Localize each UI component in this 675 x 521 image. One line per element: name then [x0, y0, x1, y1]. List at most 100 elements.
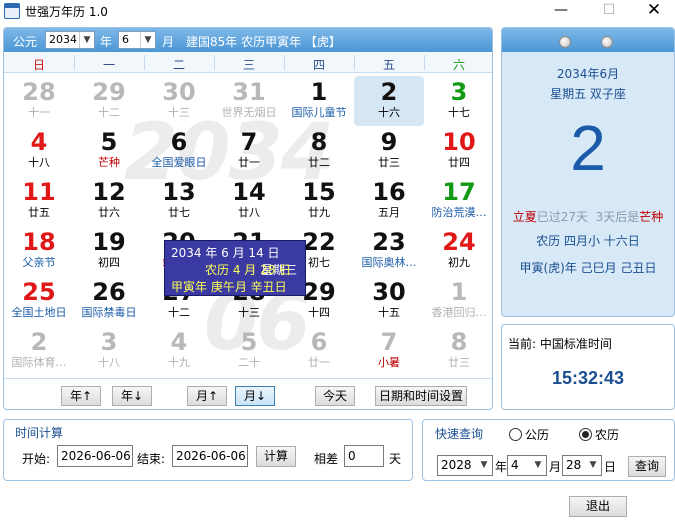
lunar-radio[interactable] [579, 428, 592, 441]
day-cell[interactable]: 2 十六 [354, 76, 424, 126]
chevron-down-icon: ▼ [589, 460, 597, 470]
day-number: 2 [380, 78, 398, 106]
day-cell[interactable]: 8 廿三 [424, 326, 492, 376]
era-label: 公元 [13, 35, 38, 49]
day-cell[interactable]: 10 廿四 [424, 126, 492, 176]
day-number: 30 [372, 278, 406, 306]
day-cell[interactable]: 16 五月 [354, 176, 424, 226]
day-cell[interactable]: 9 廿三 [354, 126, 424, 176]
day-cell[interactable]: 31 世界无烟日 [214, 76, 284, 126]
day-cell[interactable]: 24 初九 [424, 226, 492, 276]
day-lunar-label: 廿八 [238, 206, 260, 219]
day-number: 5 [240, 328, 258, 356]
day-cell[interactable]: 5 二十 [214, 326, 284, 376]
day-cell[interactable]: 12 廿六 [74, 176, 144, 226]
diff-unit: 天 [389, 452, 402, 466]
calculate-button[interactable]: 计算 [256, 446, 296, 467]
day-cell[interactable]: 13 廿七 [144, 176, 214, 226]
prev-year-button[interactable]: 年↑ [61, 386, 101, 406]
day-number: 8 [310, 128, 328, 156]
day-lunar-label: 国际奥林… [361, 256, 417, 269]
calendar-panel: 公元 2034 ▼ 年 6 ▼ 月 建国85年 农历甲寅年 【虎】 日 一 二 … [3, 27, 493, 410]
solar-radio[interactable] [509, 428, 522, 441]
day-cell[interactable]: 28 十一 [4, 76, 74, 126]
day-lunar-label: 十八 [98, 356, 120, 369]
day-cell[interactable]: 14 廿八 [214, 176, 284, 226]
day-number: 23 [372, 228, 406, 256]
day-cell[interactable]: 15 廿九 [284, 176, 354, 226]
query-day-select[interactable]: 28 ▼ [562, 455, 602, 476]
timezone-label: 当前: 中国标准时间 [508, 337, 612, 351]
calendar-app-icon [4, 3, 20, 19]
day-cell[interactable]: 29 十二 [74, 76, 144, 126]
query-month-unit: 月 [549, 460, 562, 474]
day-number: 26 [92, 278, 126, 306]
binder-ring-icon [601, 36, 613, 48]
query-month-select[interactable]: 4 ▼ [507, 455, 547, 476]
header-info: 建国85年 农历甲寅年 【虎】 [186, 35, 341, 49]
info-weekday-zodiac: 星期五 双子座 [550, 87, 626, 101]
query-year-select[interactable]: 2028 ▼ [437, 455, 493, 476]
exit-button[interactable]: 退出 [569, 496, 627, 517]
day-lunar-label: 父亲节 [22, 256, 56, 269]
day-cell[interactable]: 7 小暑 [354, 326, 424, 376]
day-lunar-label: 十三 [168, 106, 190, 119]
info-panel-top [502, 28, 674, 52]
today-button[interactable]: 今天 [315, 386, 355, 406]
maximize-button[interactable]: ☐ [586, 0, 632, 22]
next-year-button[interactable]: 年↓ [112, 386, 152, 406]
day-cell[interactable]: 23 国际奥林… [354, 226, 424, 276]
day-cell[interactable]: 4 十九 [144, 326, 214, 376]
query-year-value: 2028 [441, 458, 472, 472]
datetime-settings-button[interactable]: 日期和时间设置 [375, 386, 467, 406]
diff-days-input[interactable]: 0 [344, 445, 384, 467]
weekday-header: 日 一 二 三 四 五 六 [4, 52, 492, 73]
day-cell[interactable]: 5 芒种 [74, 126, 144, 176]
query-button[interactable]: 查询 [628, 456, 666, 477]
day-cell[interactable]: 6 廿一 [284, 326, 354, 376]
next-month-button[interactable]: 月↓ [235, 386, 275, 406]
calendar-footer: 年↑ 年↓ 月↑ 月↓ 今天 日期和时间设置 [4, 378, 492, 409]
day-cell[interactable]: 2 国际体育… [4, 326, 74, 376]
start-date-input[interactable]: 2026-06-06 [57, 445, 133, 467]
day-cell[interactable]: 25 全国土地日 [4, 276, 74, 326]
day-cell[interactable]: 3 十七 [424, 76, 492, 126]
month-select[interactable]: 6 ▼ [118, 31, 156, 49]
solar-radio-label: 公历 [525, 428, 550, 442]
day-cell[interactable]: 3 十八 [74, 326, 144, 376]
day-cell[interactable]: 1 香港回归… [424, 276, 492, 326]
prev-month-button[interactable]: 月↑ [187, 386, 227, 406]
chevron-down-icon: ▼ [79, 32, 94, 48]
day-cell[interactable]: 26 国际禁毒日 [74, 276, 144, 326]
day-cell[interactable]: 17 防治荒漠… [424, 176, 492, 226]
query-year-unit: 年 [495, 460, 508, 474]
day-cell[interactable]: 11 廿五 [4, 176, 74, 226]
day-number: 12 [92, 178, 126, 206]
day-number: 28 [22, 78, 56, 106]
close-button[interactable]: ✕ [631, 0, 675, 22]
time-panel: 当前: 中国标准时间 15:32:43 [501, 324, 675, 410]
day-lunar-label: 十二 [98, 106, 120, 119]
day-cell[interactable]: 18 父亲节 [4, 226, 74, 276]
day-cell[interactable]: 8 廿二 [284, 126, 354, 176]
day-cell[interactable]: 30 十五 [354, 276, 424, 326]
day-cell[interactable]: 19 初四 [74, 226, 144, 276]
query-month-value: 4 [511, 458, 519, 472]
day-lunar-label: 十五 [378, 306, 400, 319]
day-cell[interactable]: 6 全国爱眼日 [144, 126, 214, 176]
info-big-day: 2 [570, 112, 606, 184]
year-select[interactable]: 2034 ▼ [45, 31, 95, 49]
day-cell[interactable]: 4 十八 [4, 126, 74, 176]
weekday-sun: 日 [32, 58, 45, 72]
year-unit: 年 [100, 35, 113, 49]
end-date-input[interactable]: 2026-06-06 [172, 445, 248, 467]
day-number: 3 [450, 78, 468, 106]
minimize-button[interactable]: — [538, 0, 584, 22]
day-number: 29 [92, 78, 126, 106]
day-cell[interactable]: 30 十三 [144, 76, 214, 126]
weekday-tue: 二 [172, 58, 185, 72]
quick-query-title: 快速查询 [432, 425, 487, 442]
day-cell[interactable]: 7 廿一 [214, 126, 284, 176]
day-cell[interactable]: 1 国际儿童节 [284, 76, 354, 126]
next-term: 芒种 [639, 210, 664, 224]
